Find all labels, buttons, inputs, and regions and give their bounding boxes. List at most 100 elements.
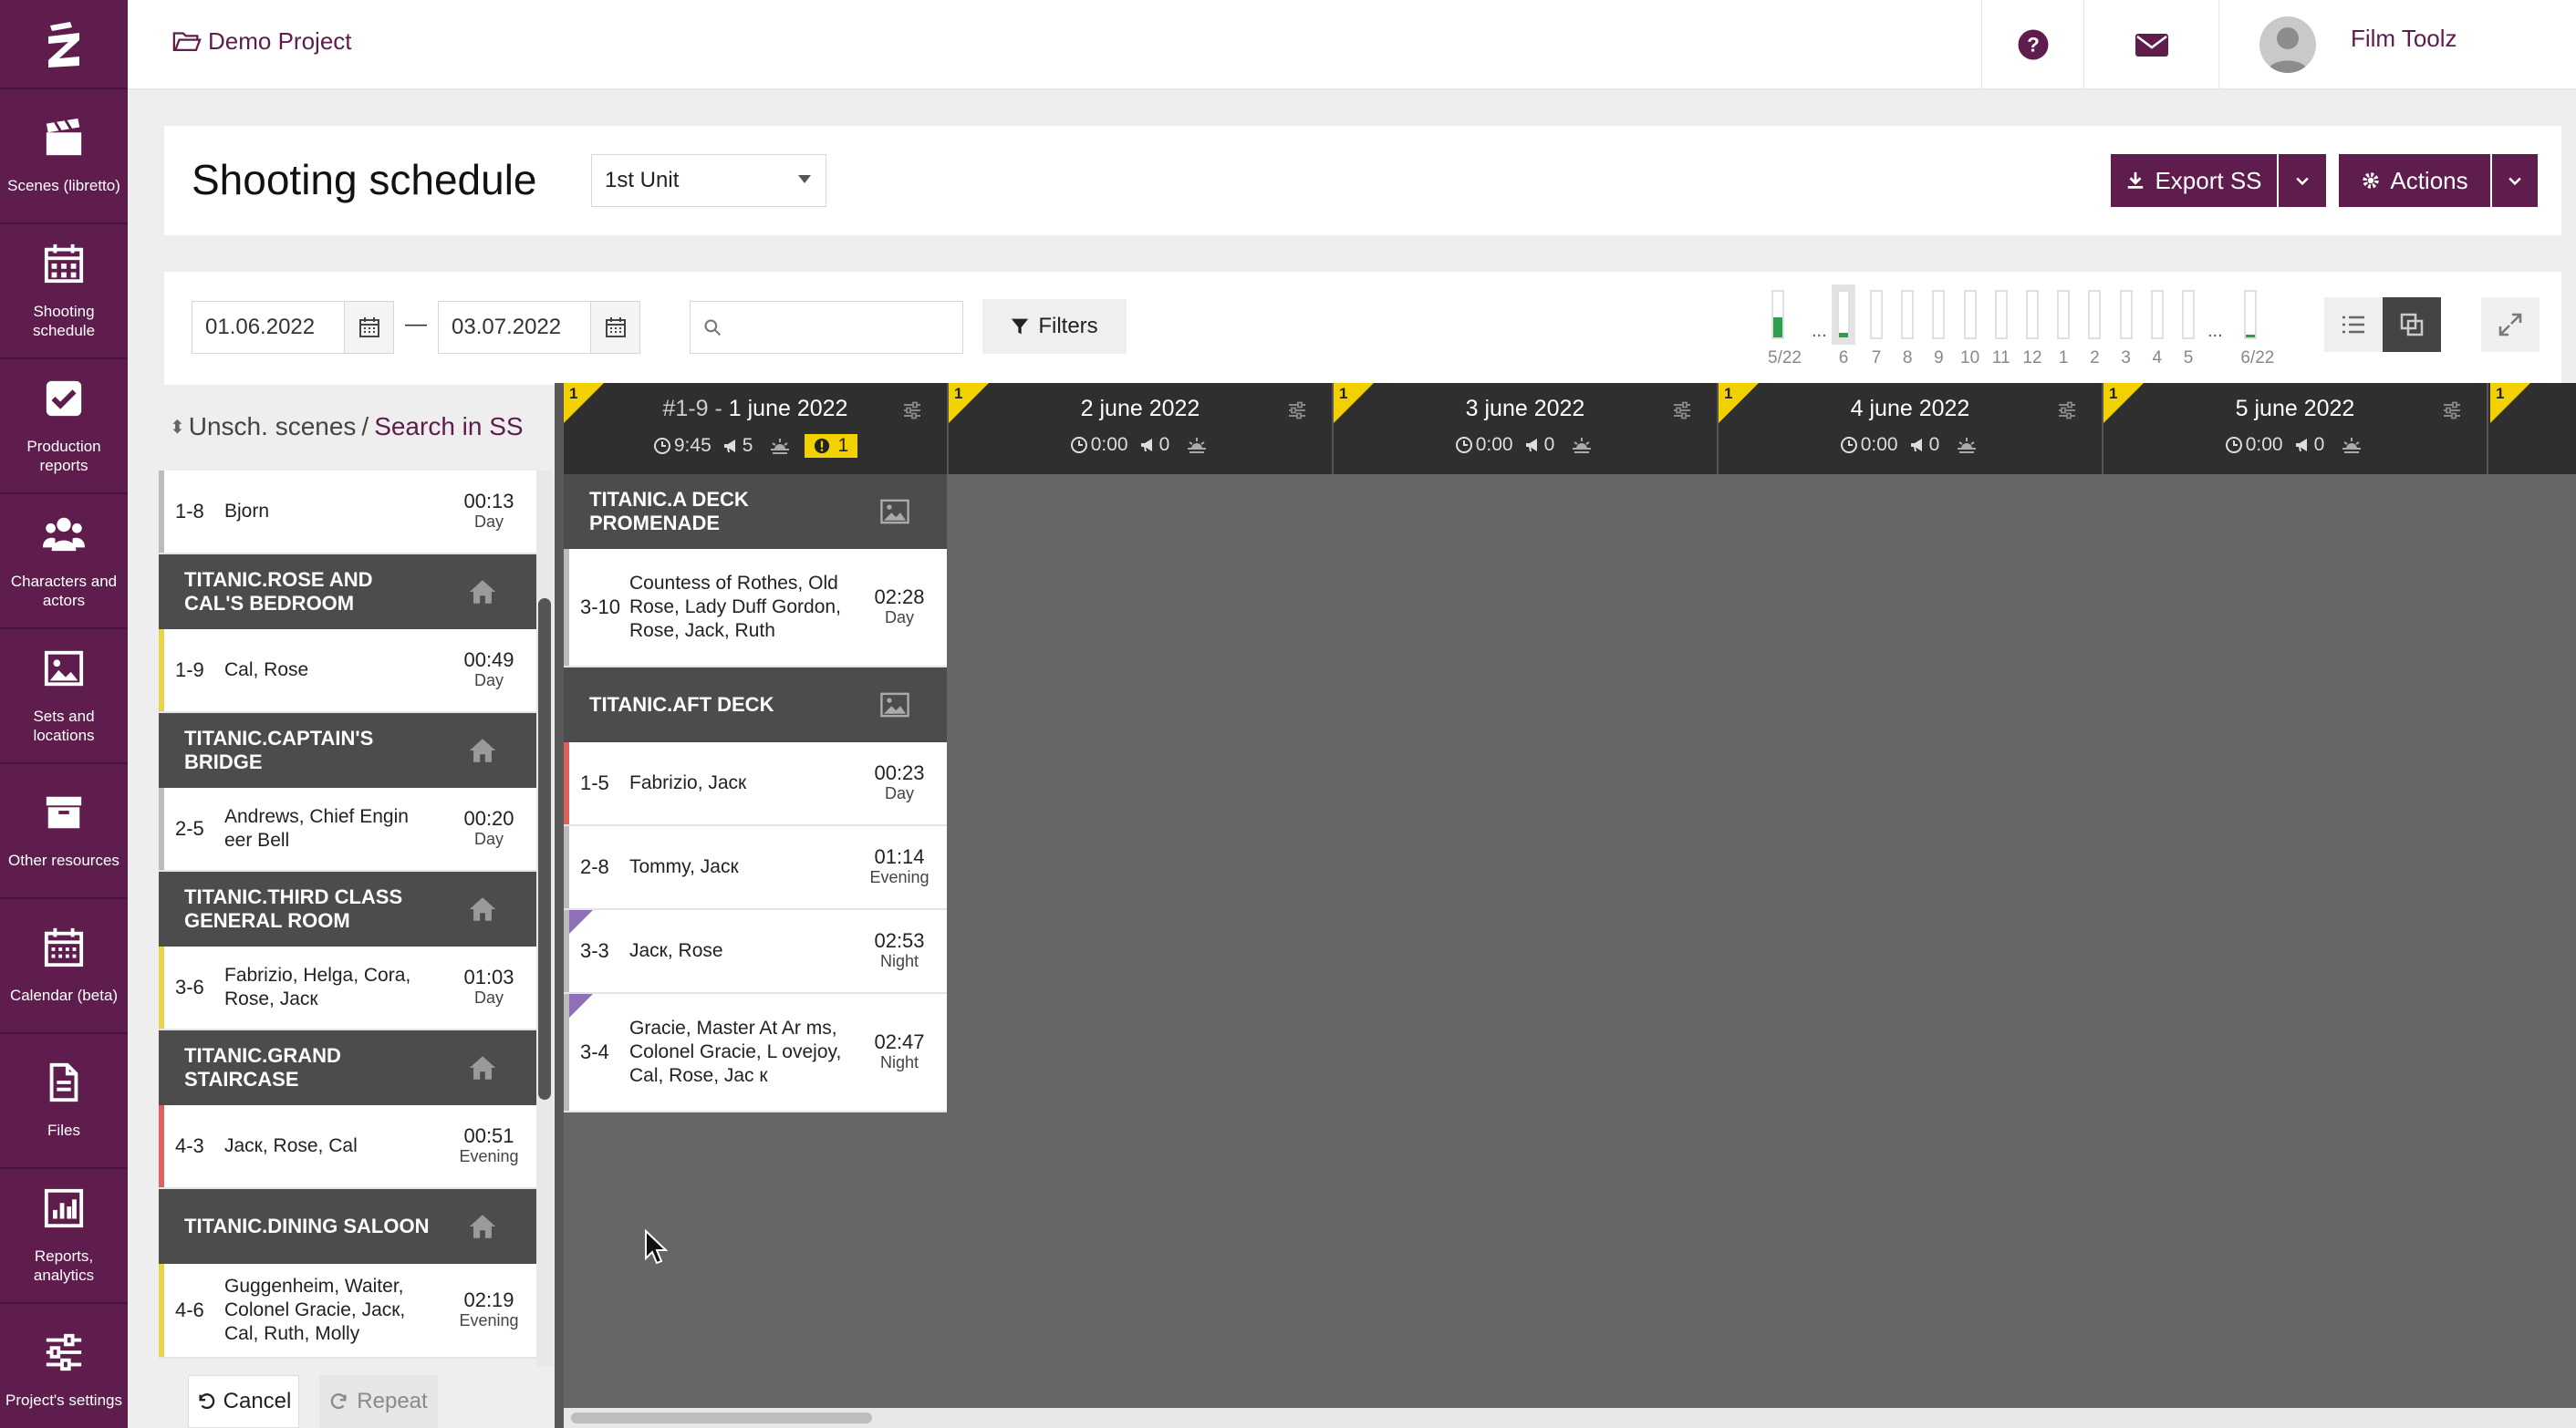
- scene-number: 3-4: [580, 1040, 609, 1063]
- day-stats: 0:00 0: [2103, 434, 2487, 456]
- nav-item-label: Project's settings: [5, 1392, 122, 1409]
- scene-characters: Cal, Rose: [224, 659, 309, 680]
- day-load-bar[interactable]: 1: [2053, 285, 2073, 368]
- day-load-bar[interactable]: 7: [1866, 285, 1886, 368]
- board-scroll-thumb[interactable]: [571, 1412, 872, 1423]
- nav-item-files[interactable]: Files: [0, 1034, 128, 1169]
- scene-color-stripe: [564, 549, 569, 666]
- set-header[interactable]: TITANIC.AFT DECK: [564, 667, 947, 742]
- day-load-bar[interactable]: 9: [1928, 285, 1948, 368]
- day-column-header[interactable]: 13 june 2022 0:00 0: [1334, 383, 1719, 474]
- day-load-bar[interactable]: 11: [1991, 285, 2011, 368]
- search-input[interactable]: [731, 316, 950, 339]
- set-header[interactable]: TITANIC.CAPTAIN'S BRIDGE: [159, 713, 536, 788]
- scene-card[interactable]: 3-4 Gracie, Master At Ar ms, Colonel Grac…: [564, 994, 947, 1112]
- user-menu[interactable]: Film Toolz: [2218, 0, 2576, 89]
- nav-item-reports-analytics[interactable]: Reports, analytics: [0, 1169, 128, 1304]
- unscheduled-scrollbar[interactable]: [538, 598, 551, 1100]
- scene-number: 1-9: [175, 658, 204, 681]
- scene-card[interactable]: 1-9 Cal, Rose 00:49 Day: [159, 629, 536, 713]
- app-logo[interactable]: [0, 0, 128, 89]
- day-load-bar[interactable]: 8: [1897, 285, 1917, 368]
- day-settings-icon[interactable]: [2056, 399, 2078, 421]
- day-settings-icon[interactable]: [2441, 399, 2463, 421]
- scene-number: 3-3: [580, 939, 609, 962]
- set-header[interactable]: TITANIC.THIRD CLASS GENERAL ROOM: [159, 872, 536, 947]
- day-load-bar[interactable]: 6/22: [2240, 285, 2274, 368]
- repeat-button[interactable]: Repeat: [319, 1375, 438, 1428]
- day-column-header[interactable]: 15 june 2022 0:00 0: [2103, 383, 2488, 474]
- clock-icon: [653, 437, 674, 455]
- scene-color-stripe: [564, 742, 569, 824]
- fullscreen-button[interactable]: [2481, 297, 2540, 352]
- day-load-bar[interactable]: 10: [1960, 285, 1980, 368]
- nav-item-label: Characters and actors: [10, 572, 118, 609]
- set-header[interactable]: TITANIC.DINING SALOON: [159, 1189, 536, 1264]
- scene-card[interactable]: 4-6 Guggenheim, Waiter, Colonel Gracie, J…: [159, 1264, 536, 1359]
- nav-item-label: Sets and locations: [33, 707, 95, 744]
- scene-card[interactable]: 2-8 Tommy, Jacк 01:14 Evening: [564, 826, 947, 910]
- search-field[interactable]: [690, 301, 963, 354]
- scene-card[interactable]: 1-8 Bjorn 00:13 Day: [159, 471, 536, 554]
- scene-card[interactable]: 1-5 Fabrizio, Jacк 00:23 Day: [564, 742, 947, 826]
- scene-time: 02:53: [874, 929, 925, 952]
- nav-item-sets-and-locations[interactable]: Sets and locations: [0, 629, 128, 764]
- day-settings-icon[interactable]: [901, 399, 923, 421]
- repeat-label: Repeat: [357, 1389, 428, 1413]
- day-settings-icon[interactable]: [1286, 399, 1308, 421]
- day-column-header[interactable]: 1 #1-9 - 1 june 2022 9:45 5 1: [564, 383, 949, 474]
- day-settings-icon[interactable]: [1671, 399, 1693, 421]
- scene-number: 3-6: [175, 976, 204, 999]
- board-horizontal-scrollbar[interactable]: [564, 1408, 2576, 1428]
- sliders-icon: [39, 1331, 88, 1391]
- day-load-bar[interactable]: 6: [1833, 285, 1854, 368]
- board-view-button[interactable]: [2383, 297, 2441, 352]
- day-load-bar[interactable]: 12: [2022, 285, 2042, 368]
- messages-button[interactable]: [2083, 0, 2218, 89]
- scene-card[interactable]: 3-3 Jacк, Rose 02:53 Night: [564, 910, 947, 994]
- search-in-ss-link[interactable]: Search in SS: [374, 412, 523, 441]
- day-warning-badge[interactable]: 1: [805, 434, 858, 458]
- gear-icon: [2363, 172, 2380, 189]
- list-view-button[interactable]: [2324, 297, 2383, 352]
- filters-button[interactable]: Filters: [982, 299, 1127, 354]
- nav-item-other-resources[interactable]: Other resources: [0, 764, 128, 899]
- day-load-bar[interactable]: 5: [2178, 285, 2198, 368]
- nav-item-shooting-schedule[interactable]: Shooting schedule: [0, 224, 128, 359]
- scene-card[interactable]: 3-10 Countess of Rothes, Old Rose, Lady D…: [564, 549, 947, 667]
- nav-item-project-s-settings[interactable]: Project's settings: [0, 1304, 128, 1428]
- day-load-bar[interactable]: 5/22: [1768, 285, 1802, 368]
- unit-select[interactable]: 1st Unit: [591, 154, 826, 207]
- date-to-field[interactable]: 03.07.2022: [438, 301, 640, 354]
- date-from-field[interactable]: 01.06.2022: [192, 301, 394, 354]
- project-switcher[interactable]: Demo Project: [171, 26, 352, 57]
- help-button[interactable]: ?: [1981, 0, 2083, 89]
- nav-item-production-reports[interactable]: Production reports: [0, 359, 128, 494]
- calendar-icon[interactable]: [590, 302, 639, 353]
- set-header[interactable]: TITANIC.GRAND STAIRCASE: [159, 1030, 536, 1105]
- export-dropdown-button[interactable]: [2279, 154, 2326, 207]
- scene-card[interactable]: 3-6 Fabrizio, Helga, Cora, Rose, Jacк 01:0…: [159, 947, 536, 1030]
- nav-item-scenes-libretto[interactable]: Scenes (libretto): [0, 89, 128, 224]
- day-column-header-partial[interactable]: 1: [2490, 383, 2576, 474]
- cancel-button[interactable]: Cancel: [188, 1375, 299, 1428]
- scene-card[interactable]: 2-5 Andrews, Chief Engin eer Bell 00:20 Day: [159, 788, 536, 872]
- actions-button[interactable]: Actions: [2339, 154, 2490, 207]
- nav-item-calendar-beta[interactable]: Calendar (beta): [0, 899, 128, 1034]
- nav-item-characters-and-actors[interactable]: Characters and actors: [0, 494, 128, 629]
- day-load-bar[interactable]: 3: [2116, 285, 2136, 368]
- calendar-icon[interactable]: [344, 302, 393, 353]
- unscheduled-scenes-label[interactable]: Unsch. scenes: [189, 412, 357, 441]
- day-load-label: 10: [1960, 348, 1980, 367]
- set-header[interactable]: TITANIC.ROSE AND CAL'S BEDROOM: [159, 554, 536, 629]
- export-ss-button[interactable]: Export SS: [2111, 154, 2277, 207]
- day-load-bar[interactable]: 2: [2084, 285, 2104, 368]
- day-column-header[interactable]: 12 june 2022 0:00 0: [949, 383, 1334, 474]
- set-header[interactable]: TITANIC.A DECK PROMENADE: [564, 474, 947, 549]
- actions-dropdown-button[interactable]: [2492, 154, 2538, 207]
- day-column-header[interactable]: 14 june 2022 0:00 0: [1719, 383, 2103, 474]
- scene-card[interactable]: 4-3 Jacк, Rose, Cal 00:51 Evening: [159, 1105, 536, 1189]
- scene-duration: 00:20 Day: [441, 809, 536, 849]
- sort-icon[interactable]: ⬍: [170, 416, 185, 439]
- day-load-bar[interactable]: 4: [2147, 285, 2167, 368]
